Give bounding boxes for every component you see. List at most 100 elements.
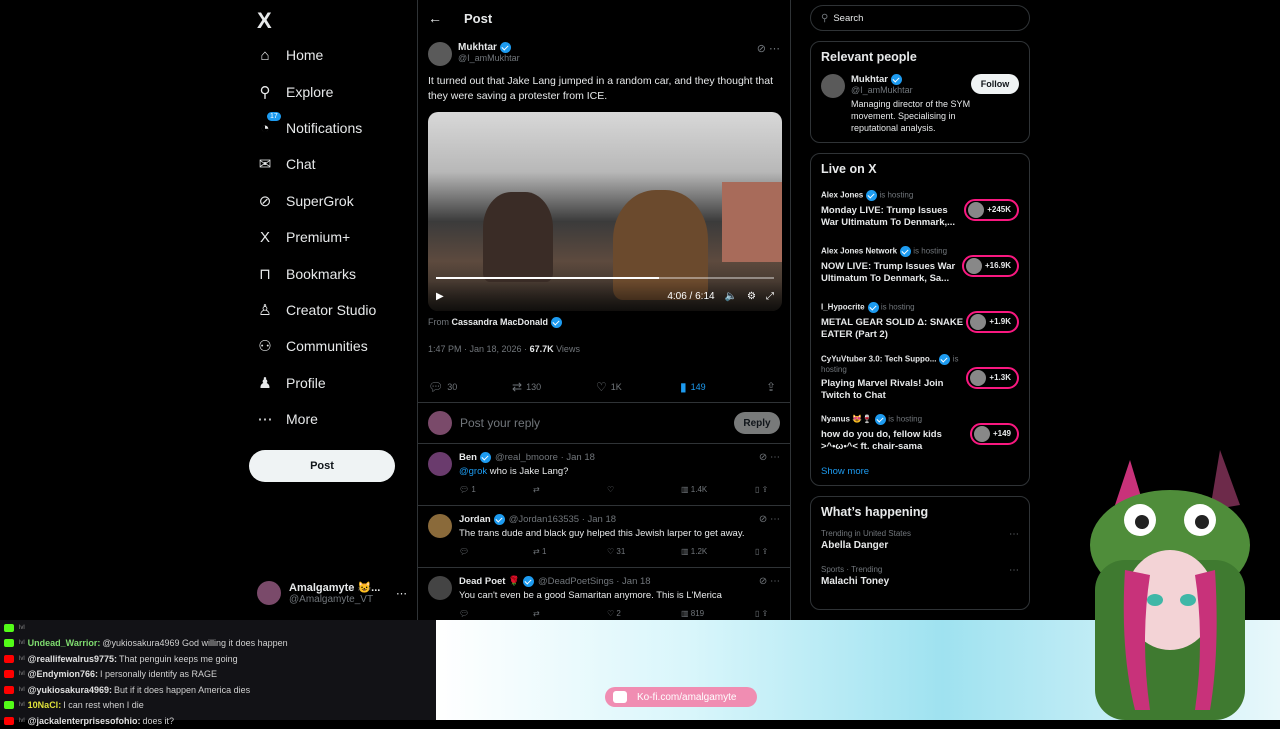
chat-level-badge: lvl [19, 671, 25, 678]
live-item[interactable]: I_Hypocrite is hosting METAL GEAR SOLID Δ… [821, 298, 1019, 345]
video-frame [722, 182, 782, 262]
reply-item[interactable]: Dead Poet 🌹 @DeadPoetSings · Jan 18 ⊘ ⋯ Yo… [418, 568, 790, 620]
repost-icon[interactable]: ⇄ [533, 485, 607, 494]
reply-icon[interactable]: 💬︎ [459, 609, 533, 618]
nav-item-profile[interactable]: ♟ Profile [257, 369, 325, 397]
more-options-icon[interactable]: ⋯ [1009, 565, 1019, 576]
heart-icon[interactable]: ♡ [607, 485, 681, 494]
avatar[interactable] [428, 514, 452, 539]
more-options-icon[interactable]: ⊘ ⋯ [757, 42, 780, 55]
chat-message: lvl @Endymion766: I personally identify as… [0, 667, 436, 683]
account-switcher[interactable]: Amalgamyte 😺... @Amalgamyte_VT ⋯ [257, 576, 407, 610]
show-more-link[interactable]: Show more [821, 466, 1019, 477]
trend-item[interactable]: Trending in United States Abella Danger ⋯ [821, 529, 1019, 551]
back-arrow-icon[interactable]: ← [428, 10, 442, 26]
trend-item[interactable]: Sports · Trending Malachi Toney ⋯ [821, 565, 1019, 587]
search-placeholder: Search [833, 12, 864, 24]
verified-badge-icon [867, 302, 879, 314]
avatar[interactable] [821, 74, 845, 98]
live-item[interactable]: Alex Jones Network is hosting NOW LIVE: T… [821, 242, 1019, 289]
live-item[interactable]: Nyanus 😻🍷 is hosting how do you do, fello… [821, 410, 1019, 457]
chat-text: @yukiosakura4969 God willing it does hap… [102, 638, 288, 649]
avatar [970, 369, 987, 386]
repost-count[interactable]: ⇄ 1 [533, 547, 607, 556]
page-header: ← Post [418, 0, 790, 36]
bookmark-icon[interactable]: ▯ ⇪ [755, 547, 768, 556]
x-logo-icon[interactable]: X [257, 8, 272, 34]
reply-text: The trans dude and black guy helped this… [459, 528, 745, 540]
volume-icon[interactable]: 🔈 [725, 291, 737, 302]
nav-item-notifications[interactable]: ◔ 17 Notifications [257, 112, 362, 142]
views-count[interactable]: ▥ 1.2K [681, 547, 755, 556]
nav-item-bookmarks[interactable]: ⊓ Bookmarks [257, 260, 356, 288]
views-count[interactable]: ▥ 1.4K [681, 485, 755, 494]
share-action[interactable]: ⇪ [766, 380, 780, 394]
avatar [965, 257, 982, 274]
avatar[interactable] [428, 452, 452, 477]
post-date[interactable]: 1:47 PM · Jan 18, 2026 · [428, 344, 530, 354]
more-options-icon[interactable]: ⊘ ⋯ [759, 514, 780, 525]
video-player[interactable]: ▶ 4:06 / 6:14 🔈 ⚙ ⤢ [428, 112, 782, 311]
person-name[interactable]: Mukhtar [851, 74, 888, 85]
relevant-person[interactable]: Mukhtar @I_amMukhtar Managing director o… [821, 74, 1019, 134]
communities-icon: ⚇ [258, 338, 272, 355]
repost-action[interactable]: ⇄ 130 [512, 380, 596, 394]
follow-button[interactable]: Follow [971, 74, 1019, 94]
chat-username: @jackalenterprisesofohio: [27, 715, 141, 726]
like-count[interactable]: ♡ 31 [607, 547, 681, 556]
search-input[interactable]: ⚲ Search [810, 5, 1030, 31]
mention-link[interactable]: @grok [459, 466, 487, 477]
video-time: 4:06 / 6:14 [667, 290, 715, 302]
reply-icon[interactable]: 💬︎ [459, 547, 533, 556]
reply-author[interactable]: Dead Poet 🌹 [459, 576, 520, 587]
more-icon[interactable]: ⋯ [396, 587, 407, 600]
fullscreen-icon[interactable]: ⤢ [766, 291, 774, 302]
reply-author[interactable]: Jordan [459, 514, 491, 525]
source-name[interactable]: Cassandra MacDonald [452, 317, 549, 327]
post-author[interactable]: Mukhtar @I_amMukhtar ⊘ ⋯ [428, 42, 780, 66]
live-item[interactable]: CyYuVtuber 3.0: Tech Suppo... is hosting… [821, 353, 1019, 401]
reply-author[interactable]: Ben [459, 452, 477, 463]
video-progress-bar[interactable] [436, 277, 774, 279]
nav-item-chat[interactable]: ✉ Chat [257, 150, 316, 178]
views-count[interactable]: ▥ 819 [681, 609, 755, 618]
more-options-icon[interactable]: ⊘ ⋯ [759, 576, 780, 587]
reply-count[interactable]: 💬︎ 1 [459, 485, 533, 494]
nav-item-creator-studio[interactable]: ♙ Creator Studio [257, 296, 376, 324]
search-icon: ⚲ [259, 84, 271, 101]
verified-badge-icon [551, 317, 563, 329]
chat-message: lvl [0, 620, 436, 636]
bookmark-action[interactable]: ▮ 149 [680, 380, 764, 394]
post-button[interactable]: Post [249, 450, 395, 482]
more-options-icon[interactable]: ⋯ [1009, 529, 1019, 540]
reply-button[interactable]: Reply [734, 412, 780, 435]
reply-item[interactable]: Jordan @Jordan163535 · Jan 18 ⊘ ⋯ The tran… [418, 506, 790, 569]
avatar [973, 425, 990, 442]
bookmark-icon[interactable]: ▯ ⇪ [755, 609, 768, 618]
nav-item-explore[interactable]: ⚲ Explore [257, 78, 334, 106]
repost-icon[interactable]: ⇄ [533, 609, 607, 618]
like-count[interactable]: ♡ 2 [607, 609, 681, 618]
reply-item[interactable]: Ben @real_bmoore · Jan 18 ⊘ ⋯ @grok who is… [418, 444, 790, 507]
nav-item-more[interactable]: ⋯ More [257, 405, 318, 433]
repost-icon: ⇄ [512, 380, 523, 395]
reply-input[interactable]: Post your reply [460, 416, 734, 430]
nav-item-supergrok[interactable]: ⊘ SuperGrok [257, 187, 354, 215]
chat-level-badge: lvl [19, 640, 25, 647]
settings-icon[interactable]: ⚙ [747, 291, 756, 302]
reply-action[interactable]: 💬︎ 30 [428, 380, 512, 394]
live-item[interactable]: Alex Jones is hosting Monday LIVE: Trump … [821, 186, 1019, 233]
nav-item-communities[interactable]: ⚇ Communities [257, 332, 367, 360]
play-icon[interactable]: ▶ [436, 291, 444, 302]
more-options-icon[interactable]: ⊘ ⋯ [759, 452, 780, 463]
like-action[interactable]: ♡ 1K [596, 380, 680, 394]
nav-item-premium[interactable]: X Premium+ [257, 223, 350, 251]
main-post: Mukhtar @I_amMukhtar ⊘ ⋯ It turned out t… [418, 36, 790, 398]
share-icon: ⇪ [765, 380, 776, 395]
bookmark-icon[interactable]: ▯ ⇪ [755, 485, 768, 494]
avatar[interactable] [428, 576, 452, 601]
avatar[interactable] [428, 42, 452, 66]
nav-item-home[interactable]: ⌂ Home [257, 41, 323, 69]
author-name[interactable]: Mukhtar [458, 42, 497, 53]
reply-text: You can't even be a good Samaritan anymo… [459, 590, 722, 602]
